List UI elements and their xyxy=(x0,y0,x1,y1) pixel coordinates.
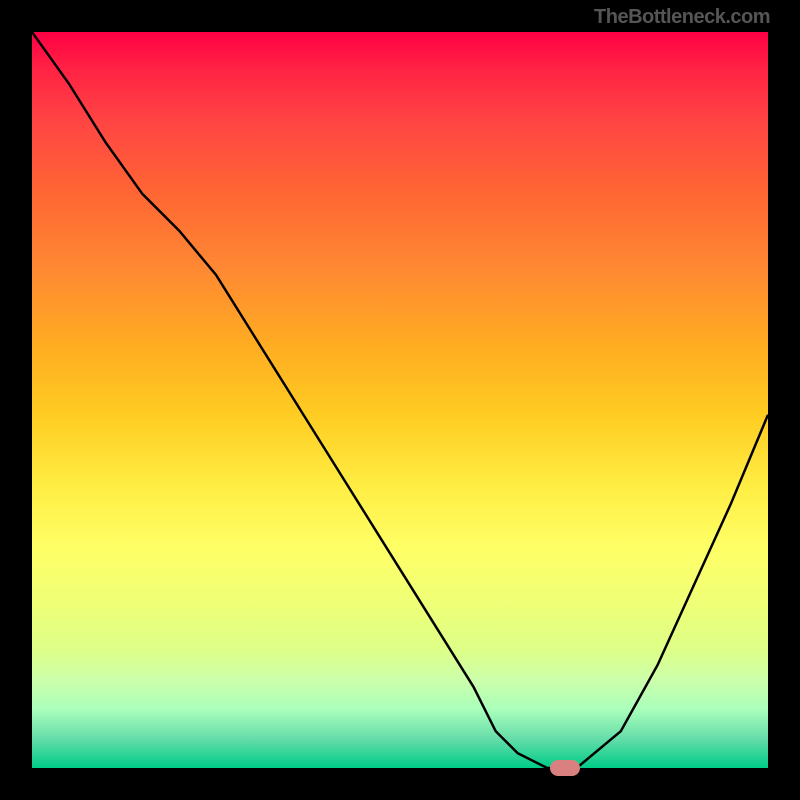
curve-svg xyxy=(32,32,768,768)
chart-container: TheBottleneck.com xyxy=(0,0,800,800)
plot-area xyxy=(30,30,770,770)
watermark-text: TheBottleneck.com xyxy=(594,6,770,29)
bottleneck-curve-path xyxy=(32,32,768,768)
optimum-marker xyxy=(550,760,580,776)
